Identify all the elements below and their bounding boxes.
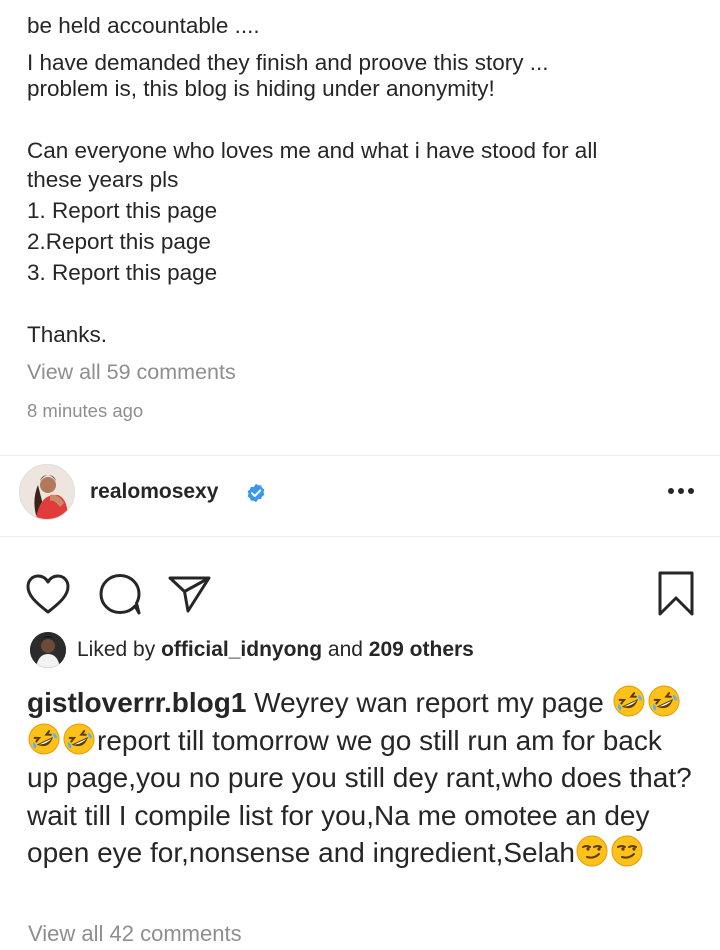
heart-outline-icon[interactable] xyxy=(25,573,71,615)
caption-line: Thanks. xyxy=(27,322,108,347)
caption-username[interactable]: gistloverrr.blog1 xyxy=(27,687,246,718)
post-header: realomosexy xyxy=(0,456,720,536)
smirk-emoji-icon xyxy=(611,835,643,867)
smirk-emoji-icon xyxy=(576,835,608,867)
rolling-laughing-emoji-icon xyxy=(28,723,60,754)
paper-plane-icon[interactable] xyxy=(166,574,212,614)
liker-username[interactable]: official_idnyong xyxy=(161,638,322,661)
post-username[interactable]: realomosexy xyxy=(90,480,218,504)
caption-line: be held accountable .... xyxy=(27,13,260,38)
avatar-image xyxy=(20,465,74,519)
rolling-laughing-emoji-icon xyxy=(63,723,95,754)
liker-avatar[interactable] xyxy=(30,632,66,668)
liker-avatar-image xyxy=(30,632,66,668)
liked-by-and: and xyxy=(322,638,369,661)
caption-text: Weyrey wan report my page xyxy=(246,687,612,718)
caption-line: Can everyone who loves me and what i hav… xyxy=(27,138,598,163)
likes-others-count[interactable]: 209 others xyxy=(369,638,474,661)
post-timestamp: 8 minutes ago xyxy=(27,400,144,421)
post-action-bar xyxy=(0,568,720,620)
comment-bubble-icon[interactable] xyxy=(97,572,143,616)
more-options-icon[interactable] xyxy=(666,486,696,496)
rolling-laughing-emoji-icon xyxy=(613,685,645,717)
likes-summary: Liked by official_idnyong and 209 others xyxy=(0,632,720,672)
caption-line: 1. Report this page xyxy=(27,198,218,223)
verified-badge-icon xyxy=(247,483,265,503)
caption-line: 2.Report this page xyxy=(27,229,211,254)
liked-by-text[interactable]: Liked by official_idnyong and 209 others xyxy=(77,638,474,662)
liked-by-prefix: Liked by xyxy=(77,638,162,661)
avatar[interactable] xyxy=(19,464,75,520)
view-all-comments-link[interactable]: View all 42 comments xyxy=(28,921,242,947)
view-all-comments-link[interactable]: View all 59 comments xyxy=(27,360,236,385)
caption-line: 3. Report this page xyxy=(27,260,218,285)
caption-line: these years pls xyxy=(27,167,179,192)
divider xyxy=(0,536,720,537)
bookmark-outline-icon[interactable] xyxy=(654,570,698,618)
smirk-emoji-group xyxy=(575,835,645,868)
previous-post-caption: be held accountable .... I have demanded… xyxy=(0,0,720,456)
rolling-laughing-emoji-icon xyxy=(648,685,680,717)
post-caption: gistloverrr.blog1 Weyrey wan report my p… xyxy=(27,684,697,872)
caption-line: problem is, this blog is hiding under an… xyxy=(27,76,495,101)
